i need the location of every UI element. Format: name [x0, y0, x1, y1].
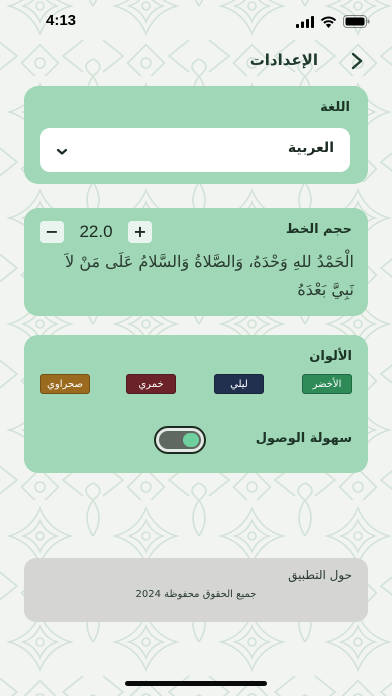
theme-green-button[interactable]: الأخضر	[302, 374, 352, 394]
font-sample-text: الْحَمْدُ للهِ وَحْدَهُ، وَالصَّلاةُ وَا…	[65, 252, 354, 299]
font-size-stepper: − 22.0 +	[40, 220, 152, 244]
font-size-label: حجم الخط	[285, 222, 352, 237]
status-bar: 4:13	[0, 0, 392, 44]
wifi-icon	[320, 13, 337, 32]
toggle-knob	[183, 433, 199, 447]
theme-wine-button[interactable]: خمري	[126, 374, 176, 394]
language-selected-value: العربية	[287, 140, 334, 156]
font-size-card: حجم الخط − 22.0 + الْحَمْدُ للهِ وَحْدَه…	[24, 208, 368, 316]
chevron-right-icon	[346, 52, 368, 77]
theme-desert-button[interactable]: صحراوي	[40, 374, 90, 394]
language-select[interactable]: العربية	[40, 128, 350, 172]
status-icons	[296, 13, 370, 32]
copyright-text: جميع الحقوق محفوظة 2024	[135, 589, 257, 600]
colors-label: الألوان	[309, 349, 352, 364]
back-button[interactable]	[346, 49, 368, 73]
theme-night-button[interactable]: ليلي	[214, 374, 264, 394]
font-size-decrement-button[interactable]: −	[40, 221, 64, 243]
font-size-increment-button[interactable]: +	[128, 221, 152, 243]
about-title: حول التطبيق	[288, 568, 352, 582]
battery-icon	[343, 13, 370, 32]
accessibility-toggle[interactable]	[154, 426, 206, 454]
language-card: اللغة العربية	[24, 86, 368, 184]
colors-card: الألوان الأخضر ليلي خمري صحراوي سهولة ال…	[24, 335, 368, 473]
page-title: الإعدادات	[249, 51, 318, 69]
language-label: اللغة	[320, 100, 350, 115]
accessibility-label: سهولة الوصول	[255, 431, 352, 446]
about-card[interactable]: حول التطبيق جميع الحقوق محفوظة 2024	[24, 558, 368, 622]
home-indicator	[125, 681, 267, 686]
status-time: 4:13	[46, 12, 77, 29]
signal-icon	[296, 13, 314, 32]
font-size-value: 22.0	[79, 222, 113, 241]
header: الإعدادات	[0, 46, 392, 76]
chevron-down-icon	[56, 142, 68, 161]
